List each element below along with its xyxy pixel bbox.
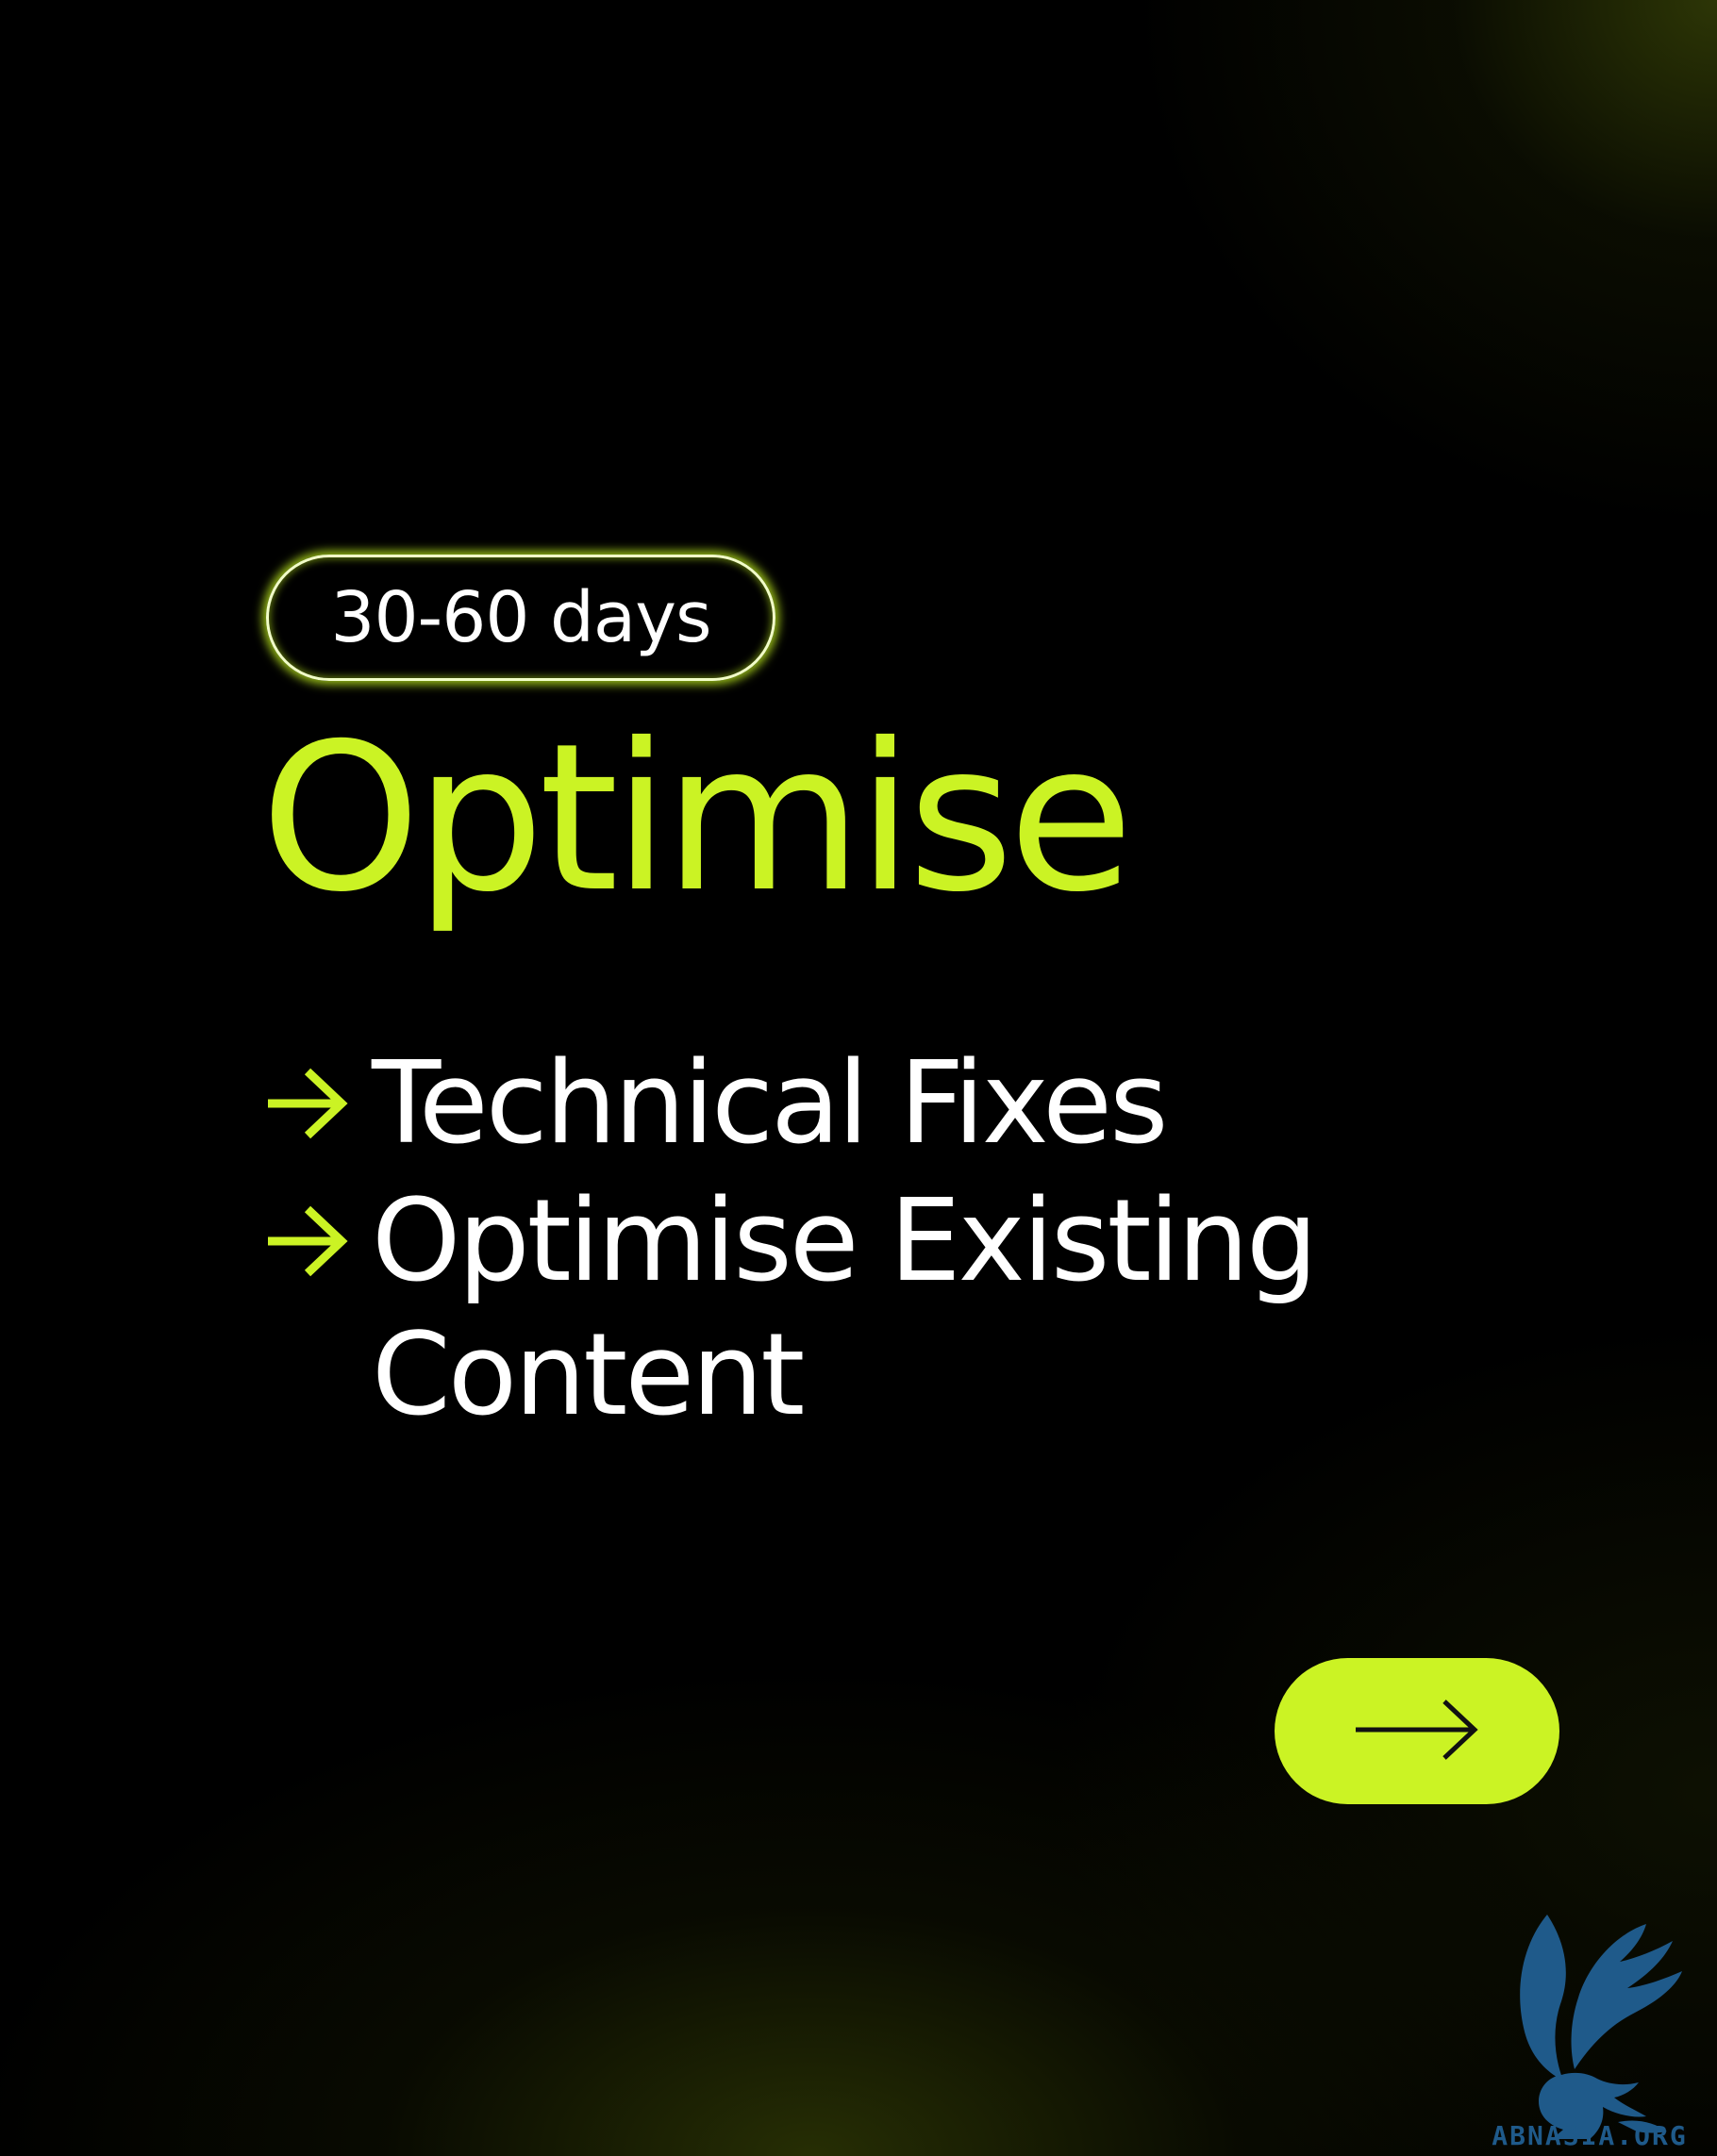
slide-title: Optimise bbox=[260, 700, 1134, 937]
next-slide-button[interactable] bbox=[1275, 1658, 1559, 1804]
list-item: Technical Fixes bbox=[262, 1037, 1470, 1171]
griffin-logo-icon bbox=[1520, 1915, 1682, 2139]
slide: 30-60 days Optimise Technical Fixes Opti… bbox=[0, 0, 1717, 2156]
watermark-text: ABNASIA.ORG bbox=[1492, 2120, 1688, 2151]
arrow-right-icon bbox=[262, 1037, 372, 1141]
timeframe-badge-label: 30-60 days bbox=[330, 577, 711, 658]
list-item: Optimise Existing Content bbox=[262, 1175, 1470, 1443]
timeframe-badge: 30-60 days bbox=[266, 555, 775, 681]
arrow-right-icon bbox=[262, 1175, 372, 1279]
bullet-list: Technical Fixes Optimise Existing Conten… bbox=[262, 1037, 1470, 1447]
arrow-right-icon bbox=[1354, 1699, 1480, 1764]
list-item-label: Optimise Existing Content bbox=[372, 1176, 1318, 1441]
list-item-label: Technical Fixes bbox=[372, 1038, 1168, 1169]
